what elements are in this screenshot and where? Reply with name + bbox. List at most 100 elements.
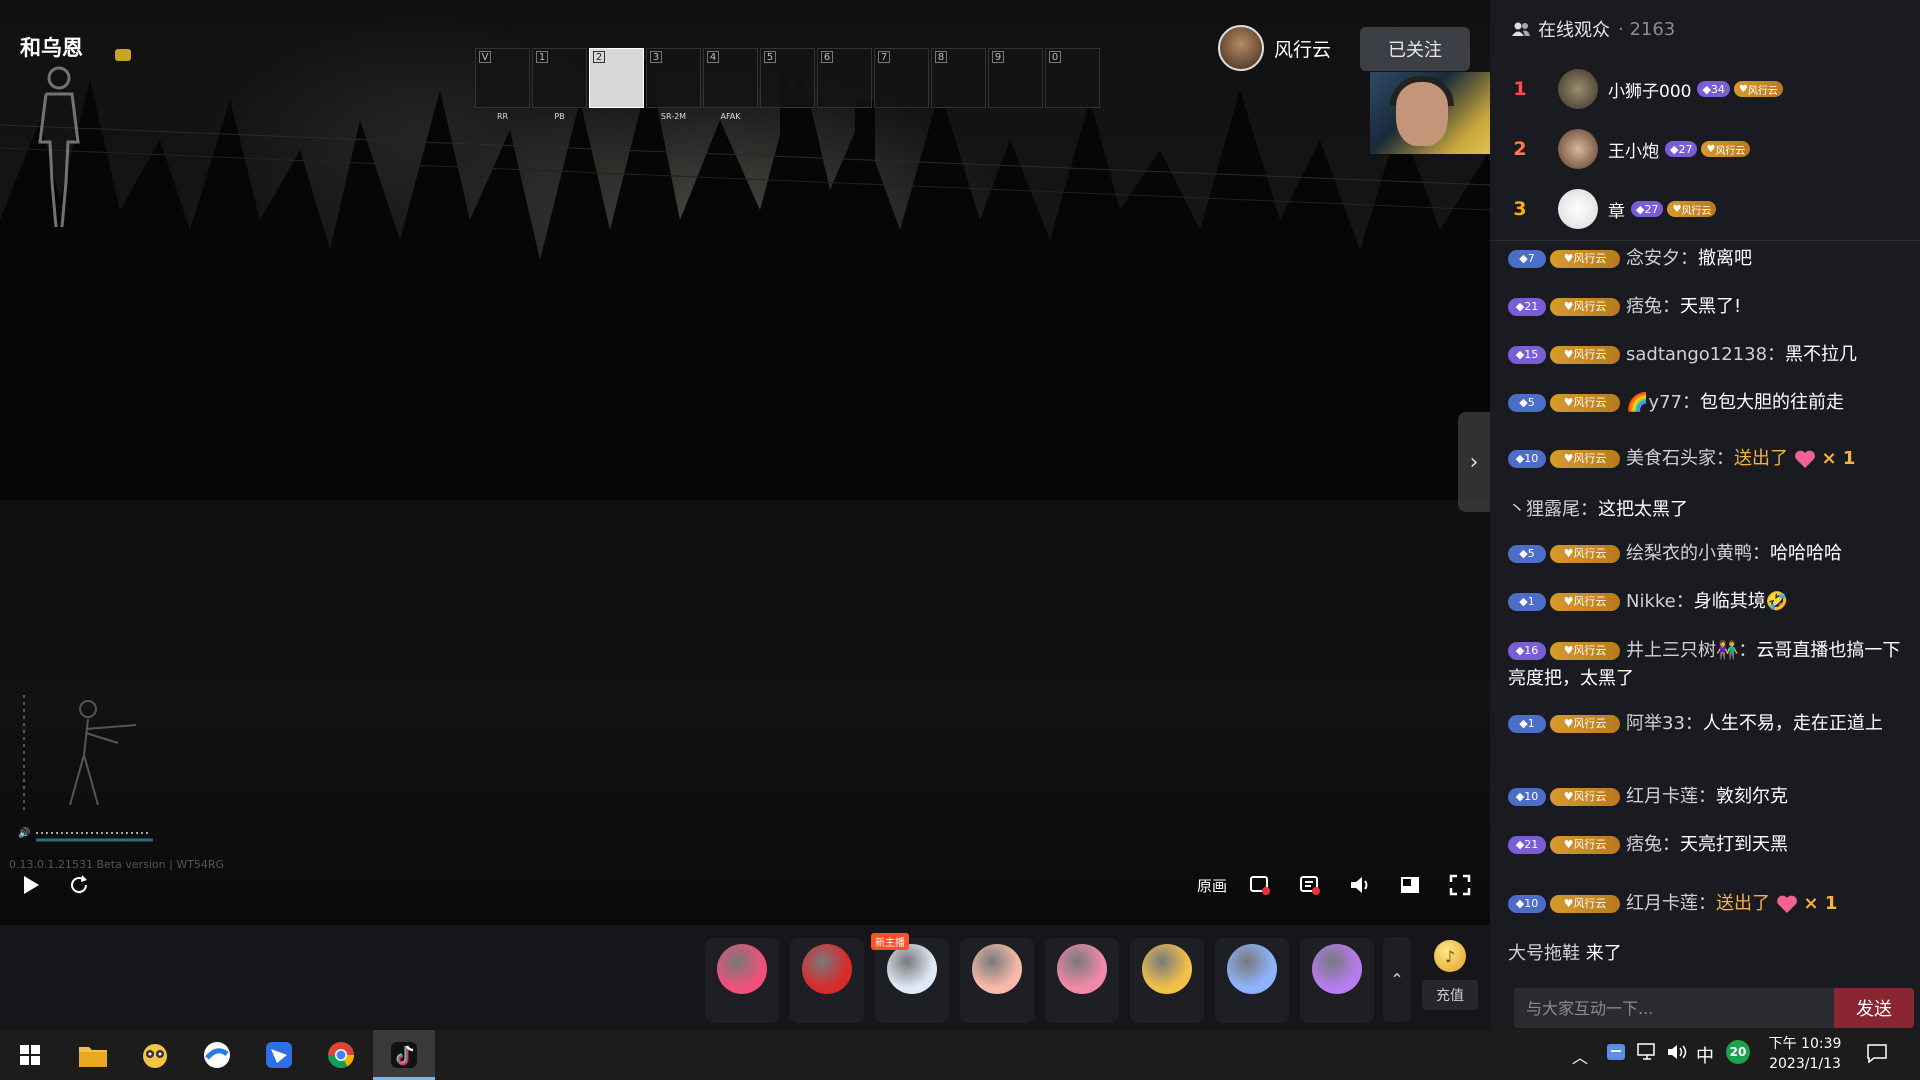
fan-club-badge: ♥风行云 (1550, 895, 1620, 913)
refresh-icon[interactable] (64, 870, 94, 900)
ime-indicator[interactable]: 中 (1696, 1042, 1714, 1068)
heart-gift[interactable]: 1抖币 (705, 938, 779, 1049)
chat-message[interactable]: ◆5 ♥风行云 🌈y77：包包大胆的往前走 (1508, 389, 1908, 417)
avatar[interactable] (1558, 69, 1598, 109)
chat-username[interactable]: 🌈y77： (1626, 392, 1700, 413)
fireworks-gift-icon (1312, 944, 1362, 994)
heart-gift-icon (717, 944, 767, 994)
fan-club-name: 风行云 (1573, 897, 1607, 910)
top-audience-row[interactable]: 3 章 ◆ 27 ♥ 风行云 (1490, 180, 1920, 238)
live-video-player[interactable]: 和乌恩 V RR 1 PB 2 MP5 3 SR-2M 4 AFAK 5 6 7 8 9 … (0, 0, 1490, 925)
chat-message[interactable]: ◆21 ♥风行云 痞兔：天亮打到天黑 (1508, 831, 1908, 859)
avatar[interactable] (1558, 129, 1598, 169)
hotbar-slot-key: 2 (593, 51, 605, 63)
chat-message[interactable]: ◆10 ♥风行云 红月卡莲：送出了 × 1 (1508, 890, 1908, 918)
file-explorer-icon[interactable] (75, 1037, 111, 1073)
recharge-button[interactable]: 充值 (1422, 980, 1478, 1010)
chat-message[interactable]: ◆16 ♥风行云 井上三只树👫：云哥直播也搞一下亮度把，太黑了 (1508, 637, 1908, 693)
avatar[interactable] (1558, 189, 1598, 229)
chat-message[interactable]: ◆1 ♥风行云 Nikke：身临其境🤣 (1508, 588, 1908, 616)
chat-message[interactable]: ◆10 ♥风行云 红月卡莲：敦刻尔克 (1508, 783, 1908, 811)
danmaku-off-icon[interactable] (1245, 870, 1275, 900)
chat-username[interactable]: 红月卡莲： (1626, 893, 1716, 914)
chat-text: 天亮打到天黑 (1680, 834, 1788, 855)
quality-selector[interactable]: 原画 (1190, 870, 1234, 900)
chat-username[interactable]: 绘梨衣的小黄鸭： (1626, 543, 1770, 564)
user-level-badge: ◆5 (1508, 545, 1546, 563)
taskbar-clock[interactable]: 下午 10:39 2023/1/13 (1760, 1034, 1850, 1074)
expand-sidebar-arrow[interactable]: › (1458, 412, 1490, 512)
chat-username[interactable]: 红月卡莲： (1626, 786, 1716, 807)
douyin-live-icon[interactable] (386, 1037, 422, 1073)
browser-swirl-icon[interactable] (199, 1037, 235, 1073)
forest-scene (0, 60, 1490, 680)
chat-text: 人生不易，走在正道上 (1702, 713, 1883, 734)
chat-message[interactable]: ◆7 ♥风行云 念安夕：撤离吧 (1508, 245, 1908, 273)
notification-center-icon[interactable] (1866, 1042, 1888, 1068)
user-level-value: 5 (1527, 547, 1535, 560)
audience-name[interactable]: 章 (1608, 197, 1625, 222)
tray-app-icon[interactable] (1606, 1042, 1626, 1066)
audience-name[interactable]: 小狮子000 (1608, 77, 1691, 102)
chat-message[interactable]: ◆1 ♥风行云 阿举33：人生不易，走在正道上 (1508, 710, 1908, 738)
chat-username[interactable]: Nikke： (1626, 591, 1694, 612)
feishu-icon[interactable] (261, 1037, 297, 1073)
chat-username[interactable]: 阿举33： (1626, 713, 1703, 734)
chat-username[interactable]: 井上三只树👫： (1626, 640, 1756, 661)
chat-message[interactable]: ◆10 ♥风行云 美食石头家：送出了 × 1 (1508, 445, 1908, 473)
chat-username[interactable]: 大号拖鞋 (1508, 943, 1580, 964)
fireworks-gift[interactable]: 688抖币 (1300, 938, 1374, 1049)
raccoon-app-icon[interactable] (137, 1037, 173, 1073)
sports-car-gift[interactable]: 1200抖币 (790, 938, 864, 1049)
online-audience-header[interactable]: 在线观众 · 2163 (1512, 16, 1675, 42)
chat-username[interactable]: sadtango12138： (1626, 344, 1785, 365)
game-hotbar: V RR 1 PB 2 MP5 3 SR-2M 4 AFAK 5 6 7 8 9 0 (475, 48, 1100, 121)
chat-text: 身临其境🤣 (1693, 591, 1789, 612)
chrome-icon[interactable] (323, 1037, 359, 1073)
hotbar-slot-key: 1 (536, 51, 548, 63)
play-icon[interactable] (16, 870, 46, 900)
follow-button[interactable]: 已关注 (1360, 27, 1470, 71)
hotbar-slot-name: AFAK (720, 112, 741, 121)
windows-start-icon[interactable] (12, 1037, 48, 1073)
confetti-gift[interactable]: 199抖币 (1215, 938, 1289, 1049)
anchor-name[interactable]: 风行云 (1274, 35, 1331, 62)
hot-air-balloon-gift[interactable]: 520抖币 (1045, 938, 1119, 1049)
chat-username[interactable]: 念安夕： (1626, 248, 1698, 269)
top-audience-row[interactable]: 2 王小炮 ◆ 27 ♥ 风行云 (1490, 120, 1920, 178)
finger-heart-gift[interactable]: 199抖币 (960, 938, 1034, 1049)
user-level-badge: ◆10 (1508, 895, 1546, 913)
swan-gift[interactable]: 50抖币 新主播 (871, 933, 949, 1049)
hotbar-slot-key: 6 (821, 51, 833, 63)
honey-jar-gift[interactable]: 99抖币 (1130, 938, 1204, 1049)
effects-off-icon[interactable] (1295, 870, 1325, 900)
hotbar-slot-key: 7 (878, 51, 890, 63)
more-gifts-chevron-up-icon[interactable]: ⌃ (1383, 937, 1411, 1022)
network-icon[interactable] (1636, 1042, 1658, 1066)
chat-message[interactable]: ◆5 ♥风行云 绘梨衣的小黄鸭：哈哈哈哈 (1508, 540, 1908, 568)
chat-message[interactable]: 大号拖鞋 来了 (1508, 940, 1908, 968)
chat-message[interactable]: 丶狸露尾：这把太黑了 (1508, 496, 1908, 524)
audience-name[interactable]: 王小炮 (1608, 137, 1659, 162)
anchor-info[interactable]: 风行云 (1218, 25, 1331, 71)
send-button[interactable]: 发送 (1834, 988, 1914, 1028)
recharge-section[interactable]: ♪ 充值 (1420, 940, 1480, 1020)
chat-username[interactable]: 美食石头家： (1626, 448, 1734, 469)
user-level-badge: ◆5 (1508, 394, 1546, 412)
tray-expand-icon[interactable]: ︿ (1572, 1044, 1588, 1068)
hot-air-balloon-gift-icon (1057, 944, 1107, 994)
chat-username[interactable]: 痞兔： (1626, 834, 1680, 855)
anchor-avatar[interactable] (1218, 25, 1264, 71)
chat-message[interactable]: ◆15 ♥风行云 sadtango12138：黑不拉几 (1508, 341, 1908, 369)
volume-icon[interactable] (1345, 870, 1375, 900)
clock-time: 下午 10:39 (1768, 1036, 1842, 1052)
speaker-icon[interactable] (1666, 1042, 1688, 1066)
picture-in-picture-icon[interactable] (1395, 870, 1425, 900)
security-badge-icon[interactable]: 20 (1726, 1040, 1750, 1064)
chat-message[interactable]: ◆21 ♥风行云 痞兔：天黑了! (1508, 293, 1908, 321)
chat-input[interactable] (1514, 988, 1834, 1028)
chat-username[interactable]: 丶狸露尾： (1508, 499, 1598, 520)
fullscreen-icon[interactable] (1445, 870, 1475, 900)
chat-username[interactable]: 痞兔： (1626, 296, 1680, 317)
top-audience-row[interactable]: 1 小狮子000 ◆ 34 ♥ 风行云 (1490, 60, 1920, 118)
